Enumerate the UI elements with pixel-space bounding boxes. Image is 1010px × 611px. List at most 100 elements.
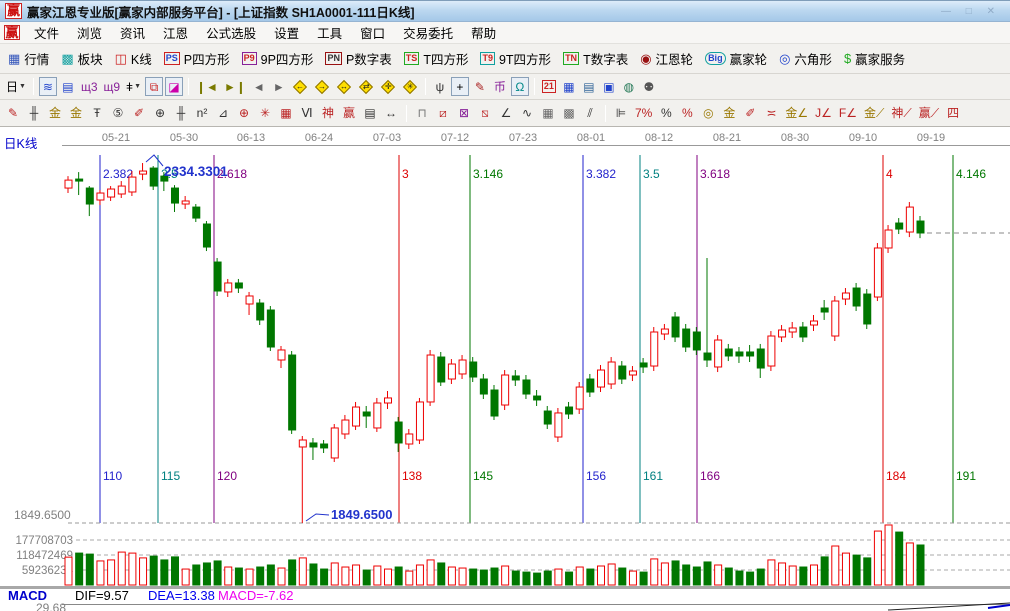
fan-lines-icon[interactable]: ⧄ (434, 104, 452, 123)
notebook-icon[interactable]: ▤ (580, 77, 598, 96)
ruler123-icon[interactable]: ▤ (361, 104, 379, 123)
menu-item[interactable]: 工具 (308, 21, 351, 44)
expand-all-diamond[interactable]: ✛ (378, 77, 398, 96)
polar-channel-icon[interactable]: Ω (511, 77, 529, 96)
pct-icon[interactable]: % (657, 104, 675, 123)
shen-slash-icon[interactable]: 神⟋ (889, 104, 913, 123)
menu-item[interactable]: 窗口 (351, 21, 394, 44)
gold-angle-icon[interactable]: 金∠ (783, 104, 810, 123)
ying-grid-icon[interactable]: 赢 (340, 104, 358, 123)
reset-zoom-diamond[interactable]: ✳ (400, 77, 420, 96)
first-page-icon[interactable]: ❙◄ (194, 77, 220, 96)
period-day-dropdown[interactable]: 日▼ (4, 77, 28, 96)
time-cycle-icon[interactable]: ⊕ (151, 104, 169, 123)
web-sync-icon[interactable]: ◍ (620, 77, 638, 96)
volume-bar (747, 572, 754, 585)
tick-ruler-icon[interactable]: ╫ (25, 104, 43, 123)
pct-slash-icon[interactable]: 7% (633, 104, 654, 123)
toolbar-button-ninep-square[interactable]: P99P四方形 (238, 48, 318, 69)
spiral5-icon[interactable]: ⑤ (109, 104, 127, 123)
gann-flag-icon[interactable]: 币 (491, 77, 509, 96)
menu-item[interactable]: 文件 (25, 21, 68, 44)
gold-slash-icon[interactable]: 金⟋ (862, 104, 886, 123)
toolbar-button-quote-table[interactable]: ▦行情 (4, 48, 53, 69)
n-square-icon[interactable]: n² (193, 104, 211, 123)
j-angle-icon[interactable]: J∠ (813, 104, 834, 123)
pen-level-icon[interactable]: ✐ (741, 104, 759, 123)
toolbar-button-t-number-table[interactable]: TNT数字表 (559, 48, 632, 69)
si-grid-icon[interactable]: 四 (944, 104, 962, 123)
grid-dense-icon[interactable]: ▦ (539, 104, 557, 123)
toolbar-button-p-number-table[interactable]: PNP数字表 (321, 48, 395, 69)
measure-pen-icon[interactable]: ✎ (471, 77, 489, 96)
titlebar[interactable]: 赢 赢家江恩专业版[赢家内部服务平台] - [上证指数 SH1A0001-111… (0, 0, 1010, 22)
wave-level-icon[interactable]: ≍ (762, 104, 780, 123)
remote-user-icon[interactable]: ⚉ (640, 77, 658, 96)
prev-bar-icon[interactable]: ◄ (250, 77, 268, 96)
calculator-icon[interactable]: ▦ (560, 77, 578, 96)
gold-level-icon[interactable]: 金 (720, 104, 738, 123)
menu-item[interactable]: 江恩 (154, 21, 197, 44)
scale-chart-icon[interactable]: ⊫ (612, 104, 630, 123)
angle-set-icon[interactable]: ∠ (497, 104, 515, 123)
menu-item[interactable]: 公式选股 (197, 21, 265, 44)
star-web-icon[interactable]: ✳ (256, 104, 274, 123)
shift-right-diamond[interactable]: → (312, 77, 332, 96)
shift-left-diamond[interactable]: ← (290, 77, 310, 96)
brush-ruler-icon[interactable]: ✐ (130, 104, 148, 123)
expand-h-diamond[interactable]: ↔ (334, 77, 354, 96)
fan-box-purple-icon[interactable]: ⊠ (455, 104, 473, 123)
toolbar-button-gann-wheel[interactable]: ◉江恩轮 (636, 48, 697, 69)
kline-chart[interactable]: 05-2105-3006-1306-2407-0307-1207-2308-01… (0, 127, 1010, 611)
brush-icon[interactable]: ✎ (4, 104, 22, 123)
toolbar-button-p-square[interactable]: PSP四方形 (160, 48, 234, 69)
zigzag-icon[interactable]: ∿ (518, 104, 536, 123)
last-page-icon[interactable]: ►❙ (222, 77, 248, 96)
angle-mirror-icon[interactable]: ⊿ (214, 104, 232, 123)
parallel-lines-icon[interactable]: ⫽ (581, 104, 599, 123)
info-panel-icon[interactable]: ▤ (59, 77, 77, 96)
calendar-icon[interactable]: 21 (540, 77, 558, 96)
toolbar-button-kline[interactable]: ◫K线 (111, 48, 156, 69)
ying-slash-icon[interactable]: 赢⟋ (917, 104, 941, 123)
menu-item[interactable]: 帮助 (462, 21, 505, 44)
window-controls[interactable]: — □ ✕ (941, 6, 1005, 17)
hand-pan-icon[interactable]: ψ (431, 77, 449, 96)
indicator-name[interactable]: MACD (8, 588, 47, 603)
candle-marker-dropdown[interactable]: ǂ▼ (124, 77, 143, 96)
crosshair-icon[interactable]: + (451, 77, 469, 96)
gold-ring-icon[interactable]: ◎ (699, 104, 717, 123)
band-wave-icon[interactable]: ≋ (39, 77, 57, 96)
next-bar-icon[interactable]: ► (270, 77, 288, 96)
save-icon[interactable]: ▣ (600, 77, 618, 96)
toolbar-button-t-square[interactable]: TST四方形 (400, 48, 473, 69)
toolbar-button-sector-blocks[interactable]: ▩板块 (57, 48, 106, 69)
ma3-icon[interactable]: щ3 (79, 77, 100, 96)
toolbar-button-winner-service[interactable]: $赢家服务 (840, 48, 909, 69)
menu-item[interactable]: 浏览 (68, 21, 111, 44)
fan-box-red-icon[interactable]: ⧅ (476, 104, 494, 123)
circle-target-icon[interactable]: ⊕ (235, 104, 253, 123)
menu-item[interactable]: 交易委托 (394, 21, 462, 44)
compress-h-diamond[interactable]: ⇄ (356, 77, 376, 96)
k-mark-icon[interactable]: Ⅵ (298, 104, 316, 123)
gann-region-icon[interactable]: ⧉ (145, 77, 163, 96)
menu-item[interactable]: 资讯 (111, 21, 154, 44)
f-angle-icon[interactable]: F∠ (837, 104, 859, 123)
gold-grid2-icon[interactable]: 金 (67, 104, 85, 123)
volume-profile-icon[interactable]: ◪ (165, 77, 183, 96)
menu-item[interactable]: 设置 (265, 21, 308, 44)
ruler-icon[interactable]: ╫ (172, 104, 190, 123)
toolbar-button-hexagon[interactable]: ◎六角形 (775, 48, 836, 69)
toolbar-button-winner-wheel[interactable]: Big赢家轮 (701, 48, 771, 69)
grid-dot-icon[interactable]: ▩ (560, 104, 578, 123)
pct-line-icon[interactable]: % (678, 104, 696, 123)
gold-grid-icon[interactable]: 金 (46, 104, 64, 123)
f-ruler-icon[interactable]: Ŧ (88, 104, 106, 123)
gann-box-icon[interactable]: ⊓ (413, 104, 431, 123)
toolbar-button-ninet-square[interactable]: T99T四方形 (476, 48, 555, 69)
ma9-icon[interactable]: щ9 (102, 77, 123, 96)
shen-grid-icon[interactable]: 神 (319, 104, 337, 123)
spider-grid-icon[interactable]: ▦ (277, 104, 295, 123)
span-arrow-icon[interactable]: ↔ (382, 104, 400, 123)
